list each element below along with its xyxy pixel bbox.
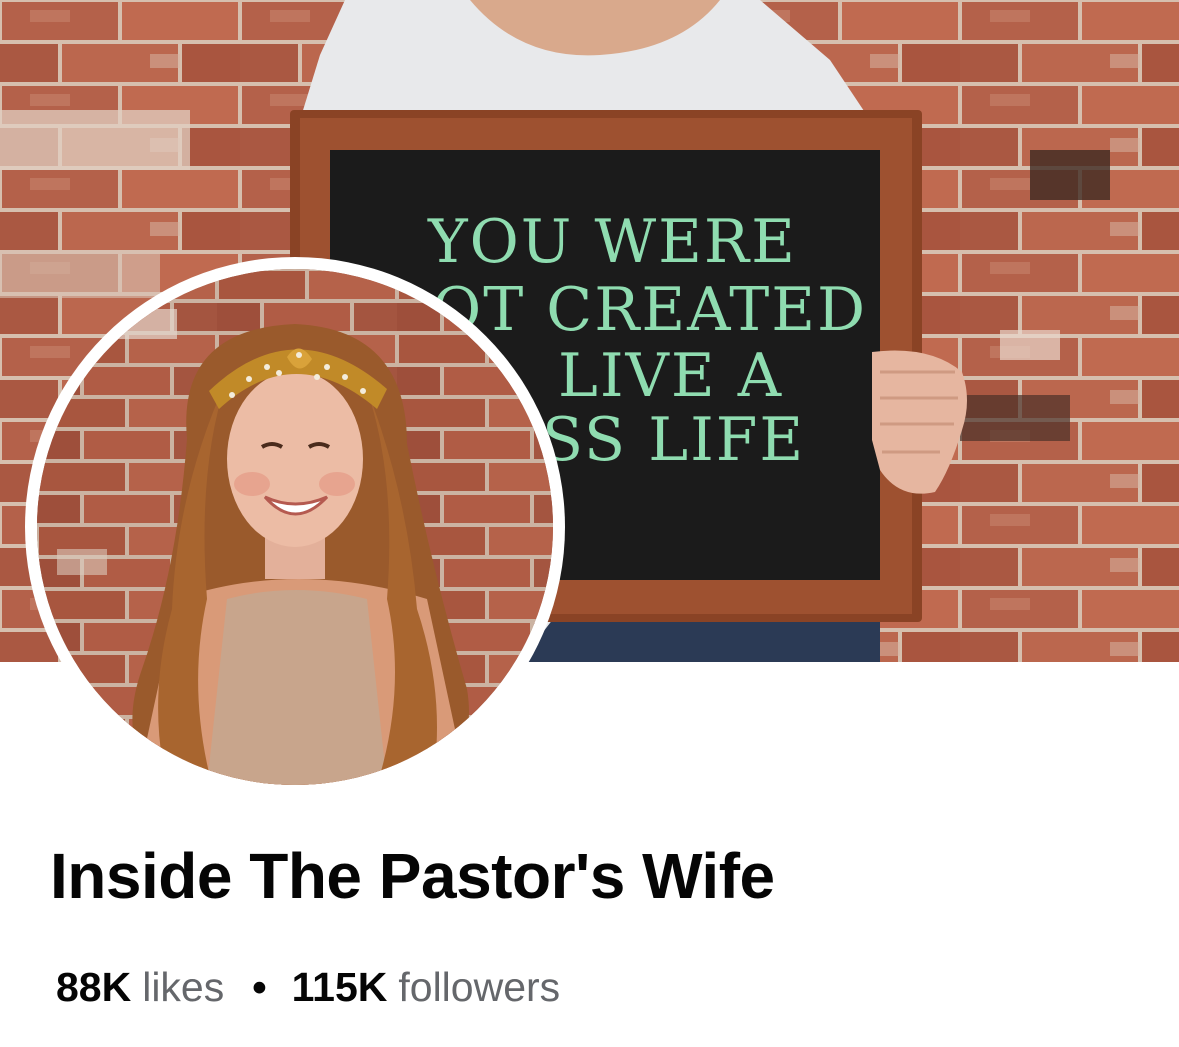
sign-line-2: OT CREATED (432, 275, 867, 345)
page-title: Inside The Pastor's Wife (50, 840, 775, 912)
followers-label[interactable]: followers (398, 962, 560, 1012)
likes-count[interactable]: 88K (56, 962, 131, 1012)
profile-picture-image (37, 269, 553, 785)
stats-separator: • (252, 964, 267, 1010)
likes-label[interactable]: likes (142, 962, 224, 1012)
followers-count[interactable]: 115K (292, 962, 388, 1012)
profile-picture[interactable] (37, 269, 553, 785)
page-profile: YOU WERE OT CREATED LIVE A SS LIFE Insid… (0, 0, 1179, 1047)
profile-picture-ring[interactable] (25, 257, 565, 797)
page-stats: 88K likes • 115K followers (56, 962, 560, 1012)
sign-line-3: LIVE A (558, 341, 783, 411)
sign-line-1: YOU WERE (427, 207, 797, 277)
sign-line-4: SS LIFE (542, 405, 805, 475)
